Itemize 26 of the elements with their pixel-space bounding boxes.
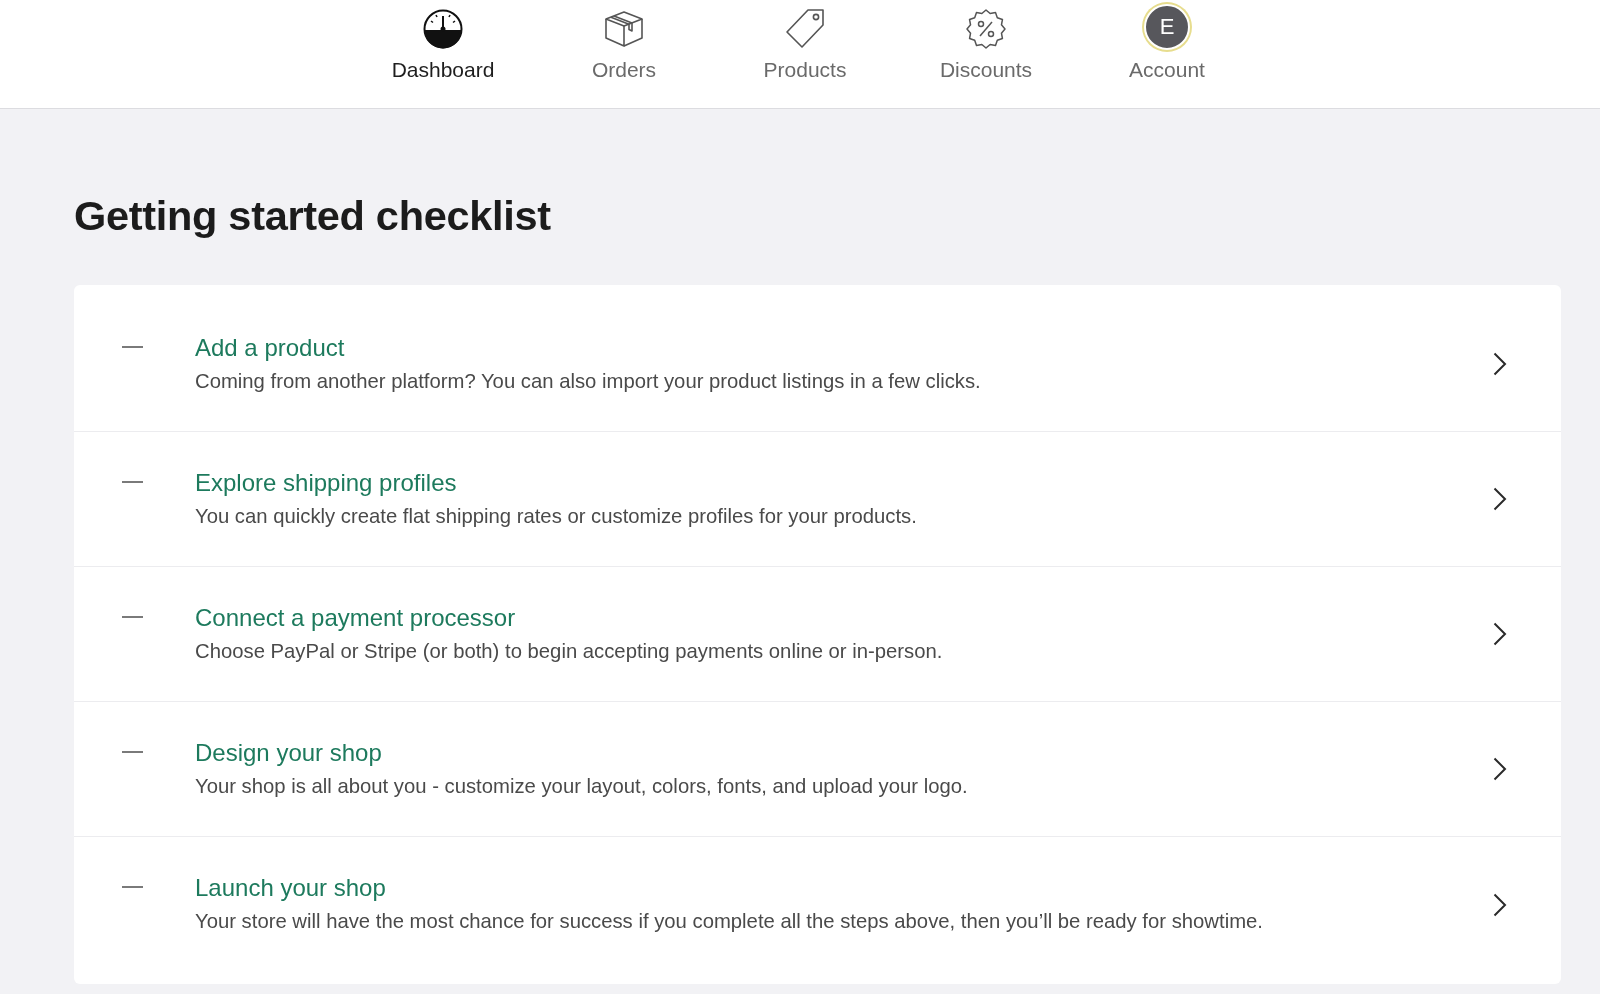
gauge-icon [422,8,464,50]
tag-icon [784,8,826,50]
nav-tab[interactable]: Discounts [939,0,1033,108]
chevron-right-icon[interactable] [1493,757,1507,781]
chevron-right-icon[interactable] [1493,352,1507,376]
page-title: Getting started checklist [74,192,552,240]
box-icon [603,8,645,50]
nav-tab[interactable]: Orders [591,0,657,108]
nav-tab[interactable]: Dashboard [391,0,495,108]
task-link[interactable]: Connect a payment processor [195,603,516,632]
task-description: Coming from another platform? You can also import your product listings in a few clicks. [195,368,981,394]
chevron-right-icon[interactable] [1493,487,1507,511]
task-link[interactable]: Launch your shop [195,874,386,902]
task-description: Your store will have the most chance for success if you complete all the steps above, then you’ll be ready for showtime. [195,909,1263,934]
avatar: E [1144,4,1190,50]
task-description: You can quickly create flat shipping rates or customize profiles for your products. [195,503,917,529]
nav-tab[interactable]: E Account [1129,0,1205,108]
nav-tab[interactable]: Products [763,0,847,108]
chevron-right-icon[interactable] [1493,892,1507,917]
task-link[interactable]: Design your shop [195,738,382,767]
task-link[interactable]: Explore shipping profiles [195,468,457,497]
task-link[interactable]: Add a product [195,333,345,362]
percent-badge-icon [965,8,1007,50]
task-description: Your shop is all about you - customize your layout, colors, fonts, and upload your logo. [195,773,968,799]
chevron-right-icon[interactable] [1493,622,1507,646]
task-description: Choose PayPal or Stripe (or both) to begin accepting payments online or in-person. [195,638,943,664]
